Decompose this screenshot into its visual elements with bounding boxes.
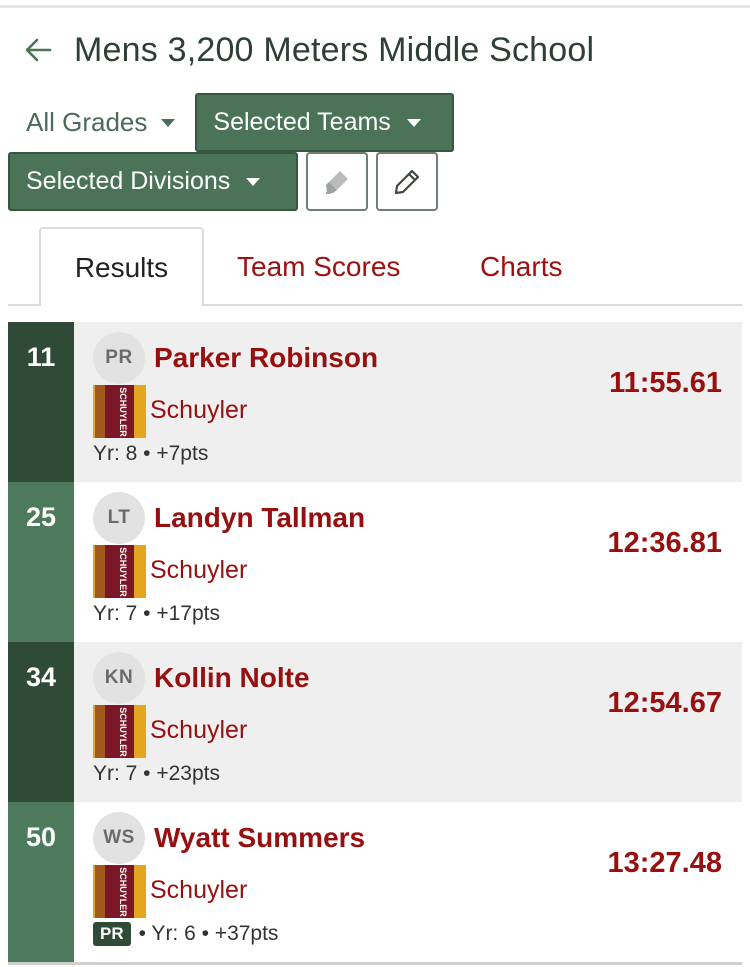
place-number: 11 [8, 322, 74, 482]
place-number: 50 [8, 802, 74, 962]
place-number: 25 [8, 482, 74, 642]
meta-text: Yr: 7 • +23pts [93, 762, 221, 785]
divisions-dropdown[interactable]: Selected Divisions [8, 152, 298, 211]
avatar: WS [93, 812, 145, 864]
athlete-name[interactable]: Parker Robinson [154, 342, 378, 374]
result-time: 12:54.67 [607, 687, 723, 719]
athlete-name[interactable]: Wyatt Summers [154, 822, 365, 854]
result-row[interactable]: 50 WS Wyatt Summers SCHUYLER Schuyler PR… [8, 802, 742, 962]
result-time: 12:36.81 [607, 527, 723, 559]
team-name[interactable]: Schuyler [150, 876, 247, 905]
team-name[interactable]: Schuyler [150, 716, 247, 745]
chevron-down-icon [161, 118, 176, 127]
team-name[interactable]: Schuyler [150, 396, 247, 425]
athlete-name[interactable]: Kollin Nolte [154, 662, 310, 694]
tab-charts[interactable]: Charts [480, 227, 562, 306]
pr-badge: PR [93, 922, 131, 946]
team-name[interactable]: Schuyler [150, 556, 247, 585]
highlighter-icon [326, 170, 348, 194]
pencil-icon [394, 169, 420, 194]
page-header: Mens 3,200 Meters Middle School [22, 28, 594, 72]
meta-text: Yr: 8 • +7pts [93, 442, 209, 465]
athlete-name[interactable]: Landyn Tallman [154, 502, 365, 534]
team-logo: SCHUYLER [93, 545, 146, 598]
result-row[interactable]: 25 LT Landyn Tallman SCHUYLER Schuyler Y… [8, 482, 742, 642]
meta-text: Yr: 7 • +17pts [93, 602, 221, 625]
result-row[interactable]: 34 KN Kollin Nolte SCHUYLER Schuyler Yr:… [8, 642, 742, 802]
avatar: LT [93, 492, 145, 544]
meta-text: • Yr: 6 • +37pts [138, 922, 279, 945]
svg-text:SCHUYLER: SCHUYLER [118, 547, 128, 597]
highlight-button[interactable] [306, 152, 368, 211]
grades-dropdown[interactable]: All Grades [8, 93, 195, 152]
avatar: PR [93, 332, 145, 384]
team-logo: SCHUYLER [93, 705, 146, 758]
svg-text:SCHUYLER: SCHUYLER [118, 707, 128, 757]
athlete-meta: Yr: 7 • +23pts [93, 762, 220, 786]
athlete-meta: Yr: 7 • +17pts [93, 602, 220, 626]
back-arrow-icon[interactable] [22, 34, 54, 66]
chevron-down-icon [246, 177, 261, 186]
result-time: 11:55.61 [609, 367, 722, 399]
edit-button[interactable] [376, 152, 438, 211]
svg-text:SCHUYLER: SCHUYLER [118, 867, 128, 917]
place-number: 34 [8, 642, 74, 802]
top-divider [0, 5, 750, 8]
athlete-meta: Yr: 8 • +7pts [93, 442, 208, 466]
tab-bar: Results Team Scores Charts [8, 227, 742, 306]
page-title: Mens 3,200 Meters Middle School [74, 30, 595, 69]
grades-dropdown-label: All Grades [26, 107, 148, 137]
avatar: KN [93, 652, 145, 704]
tab-results[interactable]: Results [39, 227, 204, 306]
filter-row-2: Selected Divisions [8, 152, 438, 211]
result-time: 13:27.48 [607, 847, 723, 879]
athlete-meta: PR • Yr: 6 • +37pts [93, 922, 278, 946]
chevron-down-icon [406, 118, 421, 127]
teams-dropdown[interactable]: Selected Teams [195, 93, 455, 152]
svg-text:SCHUYLER: SCHUYLER [118, 387, 128, 437]
team-logo: SCHUYLER [93, 865, 146, 918]
results-list: 11 PR Parker Robinson SCHUYLER Schuyler … [8, 322, 742, 962]
bottom-divider [8, 962, 742, 965]
divisions-dropdown-label: Selected Divisions [26, 167, 231, 195]
teams-dropdown-label: Selected Teams [213, 108, 391, 136]
tab-team-scores[interactable]: Team Scores [237, 227, 400, 306]
filter-row-1: All Grades Selected Teams [8, 93, 455, 152]
team-logo: SCHUYLER [93, 385, 146, 438]
result-row[interactable]: 11 PR Parker Robinson SCHUYLER Schuyler … [8, 322, 742, 482]
